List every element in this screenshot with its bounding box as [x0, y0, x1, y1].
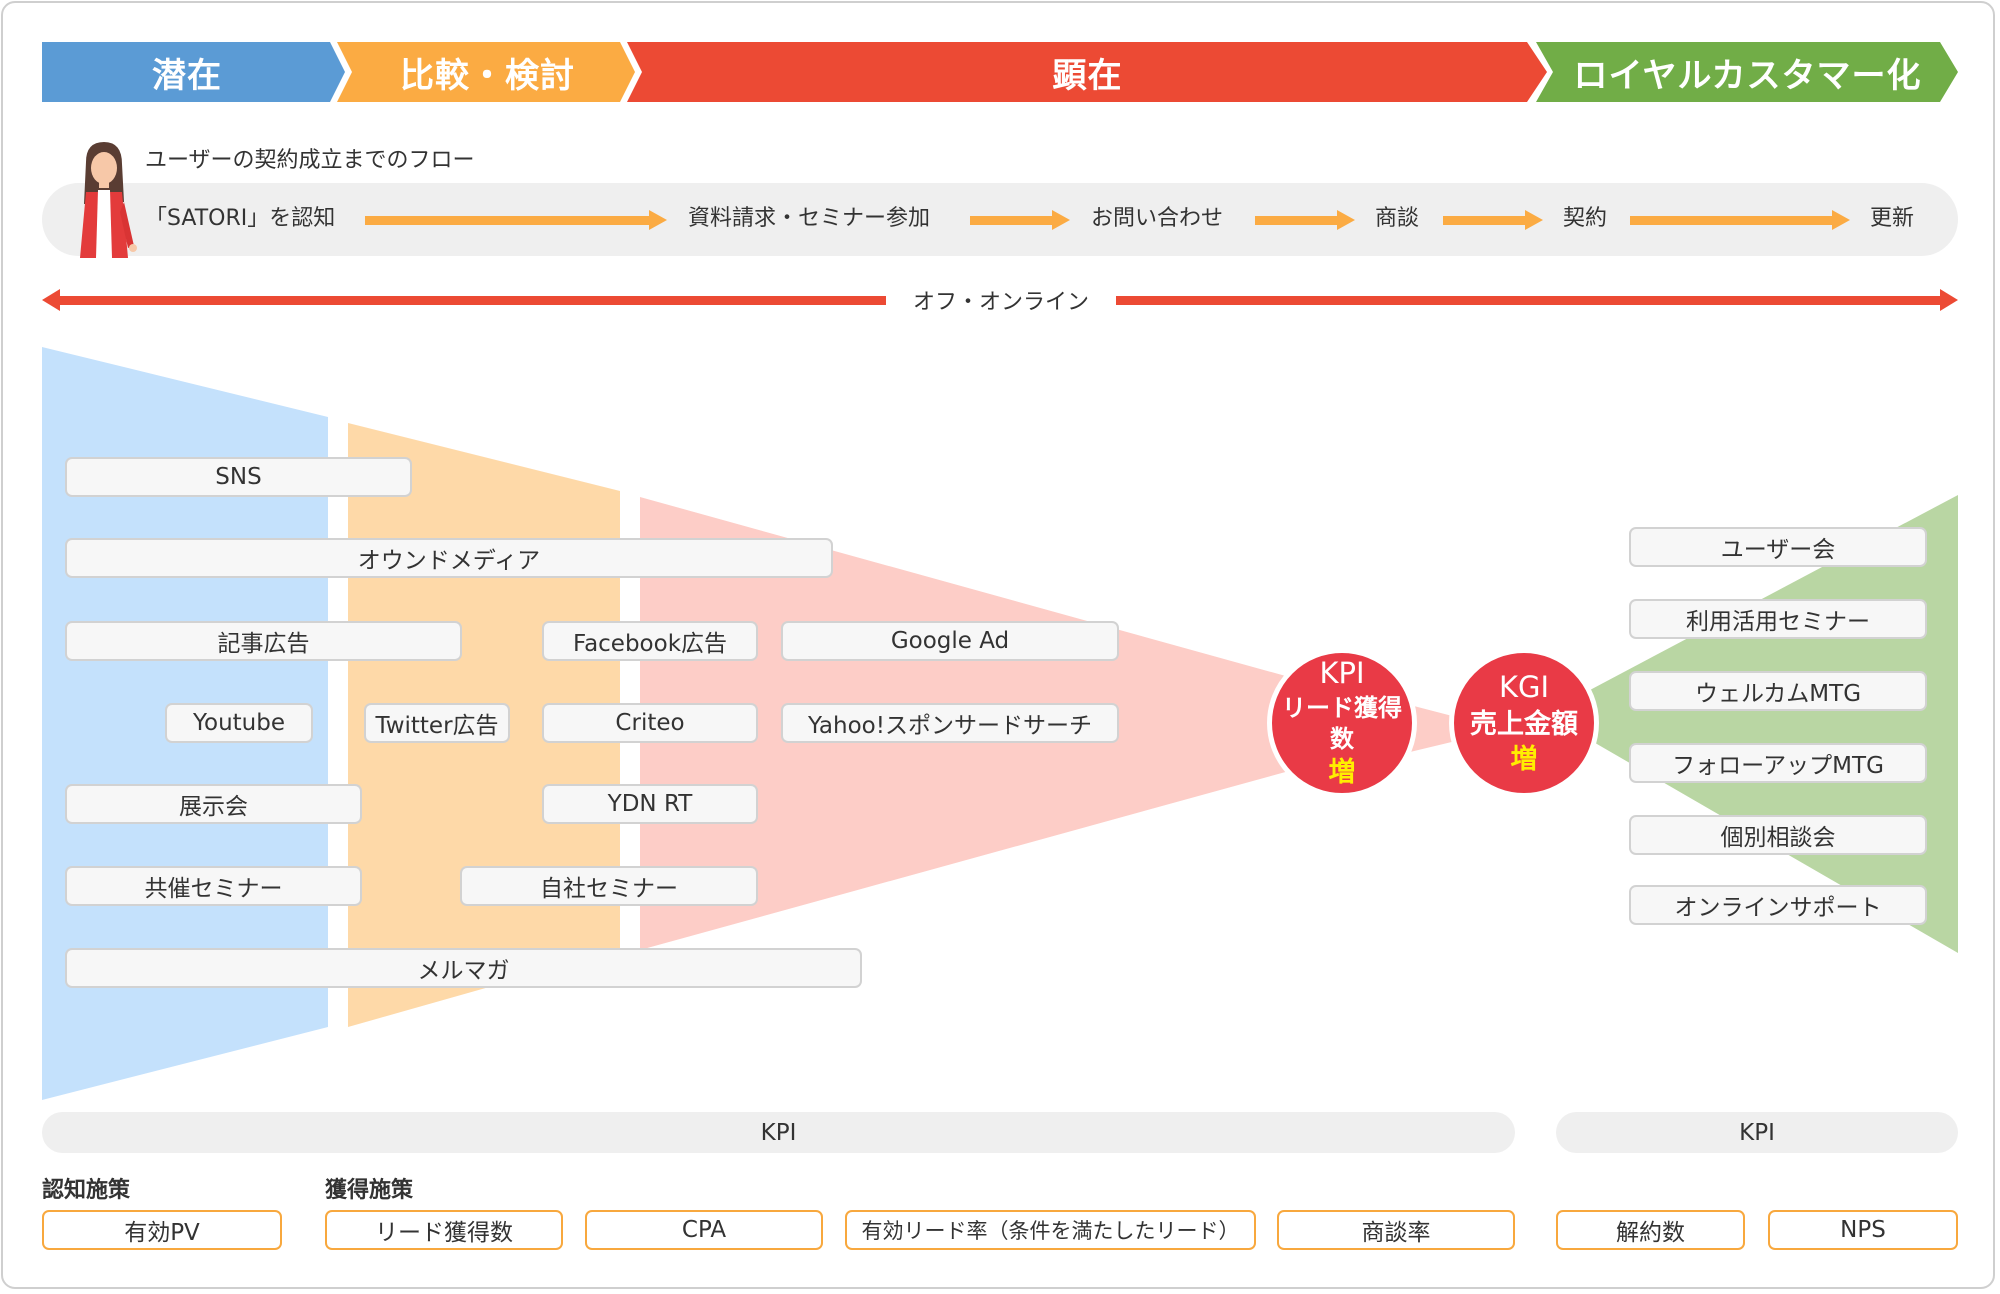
loyalty-welcome-mtg: ウェルカムMTG [1629, 671, 1927, 711]
kpi-group-awareness-label: 認知施策 [42, 1178, 131, 1203]
channel-twitter-ad: Twitter広告 [364, 703, 510, 743]
channel-google-ad: Google Ad [781, 621, 1119, 661]
kgi-goal-metric: 売上金額 [1470, 708, 1578, 740]
kpi-goal-metric: リード獲得数 [1282, 694, 1402, 754]
kpi-goal-circle: KPI リード獲得数 増 [1267, 648, 1417, 798]
kpi-retention-header: KPI [1556, 1112, 1958, 1153]
kpi-goal-trend: 増 [1328, 757, 1356, 789]
loyalty-user-meeting: ユーザー会 [1629, 527, 1927, 567]
kpi-effective-pv: 有効PV [42, 1210, 282, 1250]
channel-cohosted-seminar: 共催セミナー [65, 866, 362, 906]
kgi-goal-title: KGI [1498, 670, 1550, 705]
channel-criteo: Criteo [542, 703, 758, 743]
channel-ydn-rt: YDN RT [542, 784, 758, 824]
channel-owned-media: オウンドメディア [65, 538, 833, 578]
kpi-nps: NPS [1768, 1210, 1958, 1250]
kpi-qualified-lead-rate: 有効リード率（条件を満たしたリード） [845, 1210, 1256, 1250]
kpi-acquisition-header: KPI [42, 1112, 1515, 1153]
kpi-negotiation-rate: 商談率 [1277, 1210, 1515, 1250]
kpi-goal-title: KPI [1319, 656, 1365, 691]
loyalty-individual-consultation: 個別相談会 [1629, 815, 1927, 855]
kpi-lead-count: リード獲得数 [325, 1210, 563, 1250]
channel-facebook-ad: Facebook広告 [542, 621, 758, 661]
kpi-churn-count: 解約数 [1556, 1210, 1745, 1250]
channel-own-seminar: 自社セミナー [460, 866, 758, 906]
channel-article-ad: 記事広告 [65, 621, 462, 661]
channel-exhibition: 展示会 [65, 784, 362, 824]
kgi-goal-circle: KGI 売上金額 増 [1449, 648, 1599, 798]
loyalty-usage-seminar: 利用活用セミナー [1629, 599, 1927, 639]
channel-sns: SNS [65, 457, 412, 497]
loyalty-online-support: オンラインサポート [1629, 885, 1927, 925]
kpi-cpa: CPA [585, 1210, 823, 1250]
channel-yahoo-sponsored-search: Yahoo!スポンサードサーチ [781, 703, 1119, 743]
kpi-group-acquisition-label: 獲得施策 [325, 1178, 414, 1203]
channel-youtube: Youtube [165, 703, 313, 743]
loyalty-followup-mtg: フォローアップMTG [1629, 743, 1927, 783]
kgi-goal-trend: 増 [1510, 743, 1538, 775]
channel-newsletter: メルマガ [65, 948, 862, 988]
